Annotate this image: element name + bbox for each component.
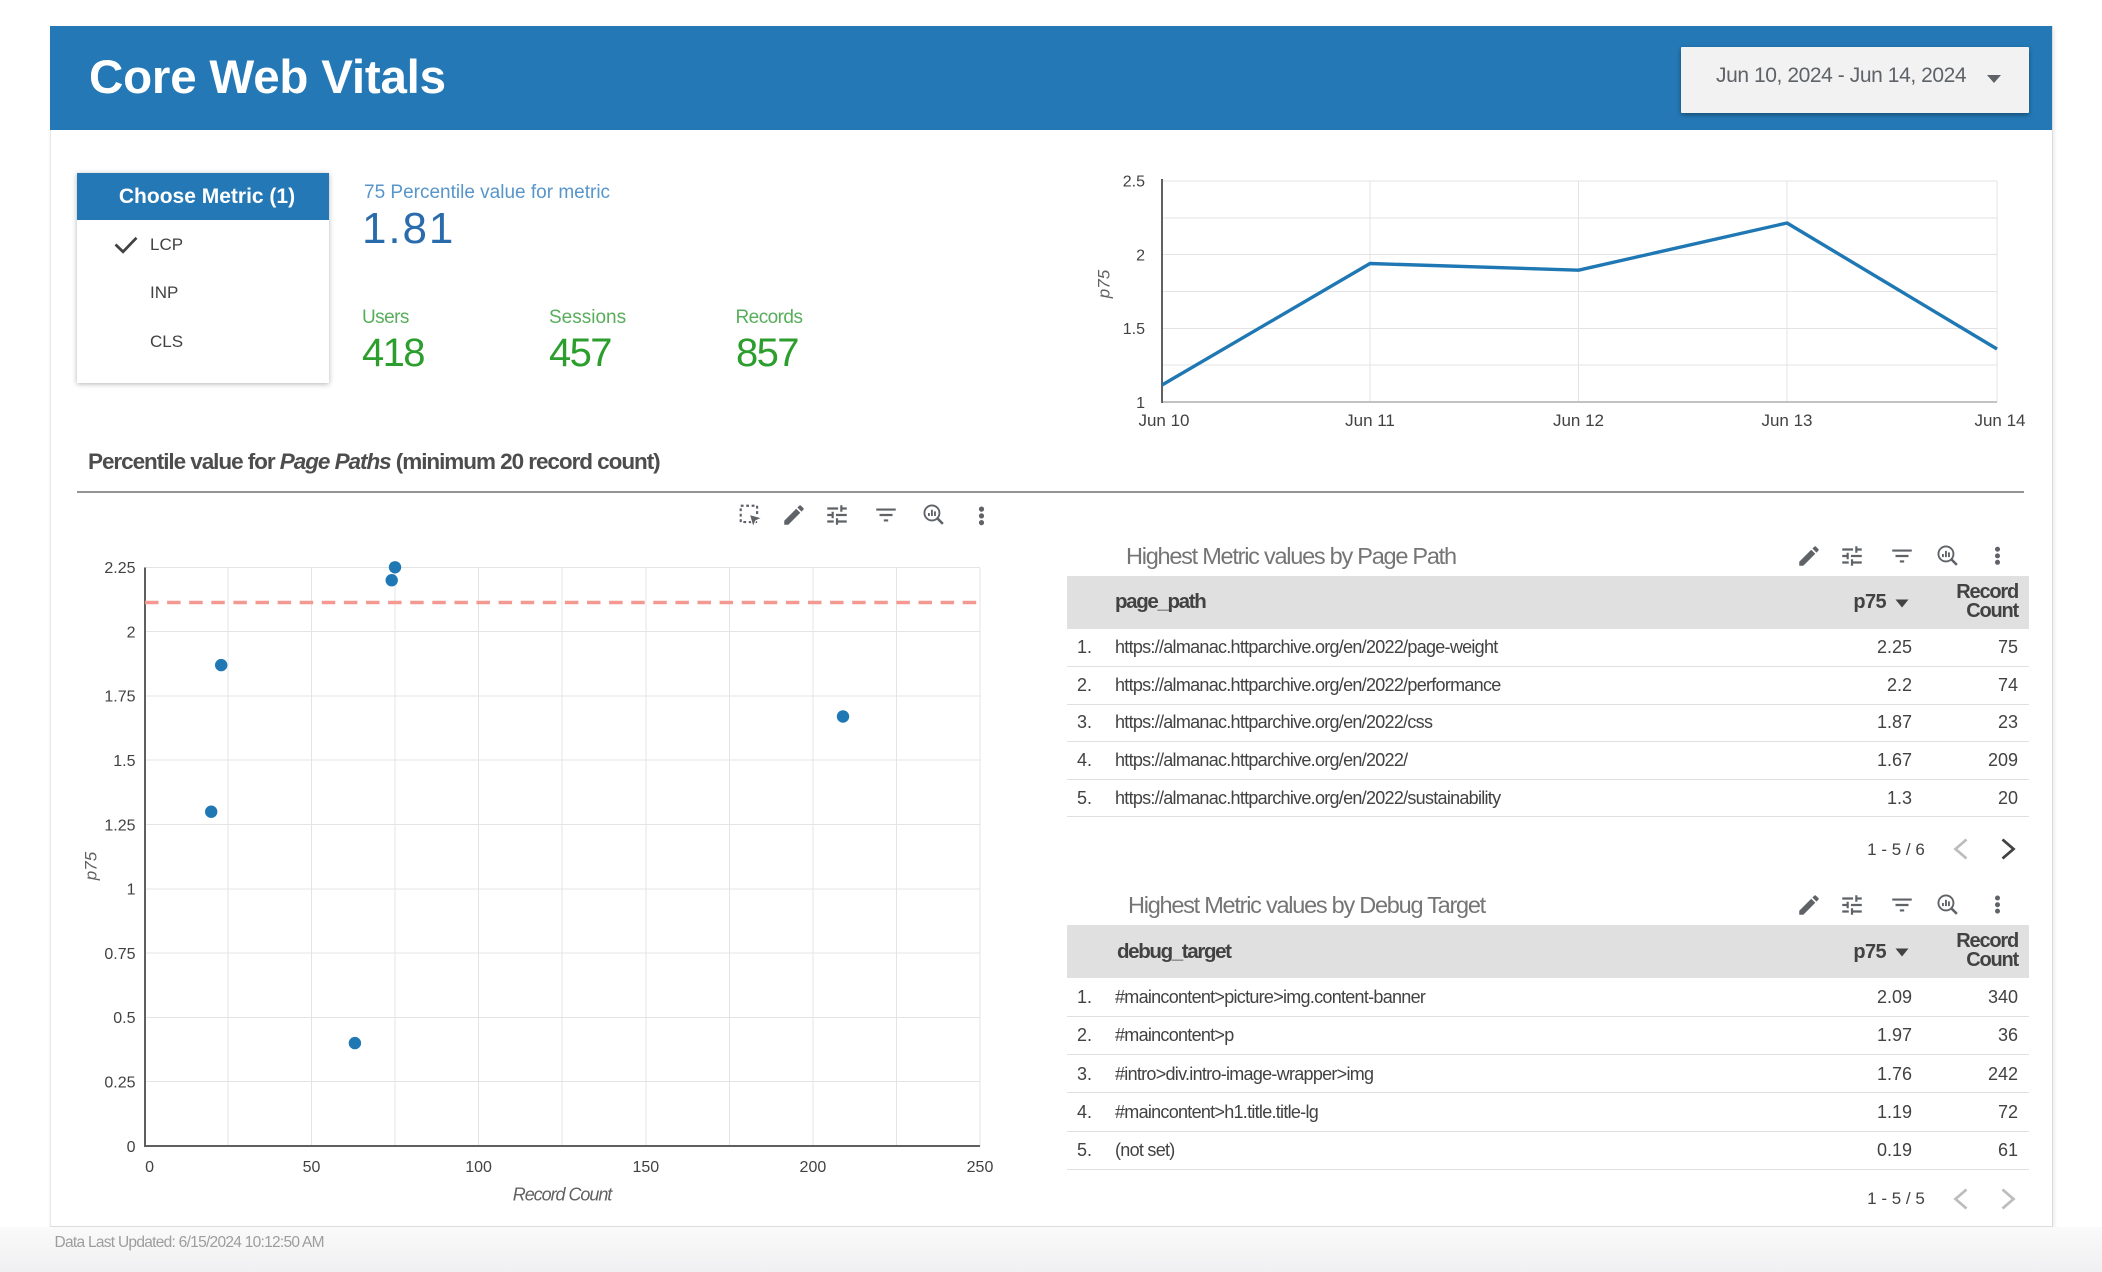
svg-text:1.25: 1.25	[104, 817, 135, 834]
svg-text:Jun 14: Jun 14	[1974, 411, 2025, 430]
svg-text:1.5: 1.5	[113, 753, 135, 770]
svg-text:0.5: 0.5	[113, 1010, 135, 1027]
svg-text:Jun 13: Jun 13	[1761, 411, 1812, 430]
svg-text:0: 0	[145, 1159, 154, 1176]
svg-text:2: 2	[1136, 248, 1145, 265]
svg-text:200: 200	[800, 1159, 827, 1176]
svg-text:1: 1	[127, 882, 136, 899]
svg-text:0.25: 0.25	[104, 1075, 135, 1092]
svg-text:Jun 11: Jun 11	[1345, 411, 1395, 430]
svg-text:150: 150	[632, 1159, 659, 1176]
svg-text:0: 0	[127, 1139, 136, 1156]
svg-text:Record Count: Record Count	[513, 1185, 614, 1205]
svg-text:2.5: 2.5	[1123, 173, 1145, 190]
svg-text:1.5: 1.5	[1123, 321, 1145, 338]
svg-text:Jun 10: Jun 10	[1138, 411, 1189, 430]
svg-text:100: 100	[465, 1159, 492, 1176]
svg-text:p75: p75	[1095, 269, 1114, 299]
svg-text:250: 250	[967, 1159, 994, 1176]
svg-text:0.75: 0.75	[104, 946, 135, 963]
svg-text:p75: p75	[82, 851, 101, 881]
svg-text:Jun 12: Jun 12	[1553, 411, 1604, 430]
svg-text:50: 50	[303, 1159, 321, 1176]
svg-text:2.25: 2.25	[104, 560, 135, 577]
svg-text:1.75: 1.75	[104, 689, 135, 706]
svg-text:2: 2	[127, 624, 136, 641]
svg-text:1: 1	[1136, 395, 1145, 412]
